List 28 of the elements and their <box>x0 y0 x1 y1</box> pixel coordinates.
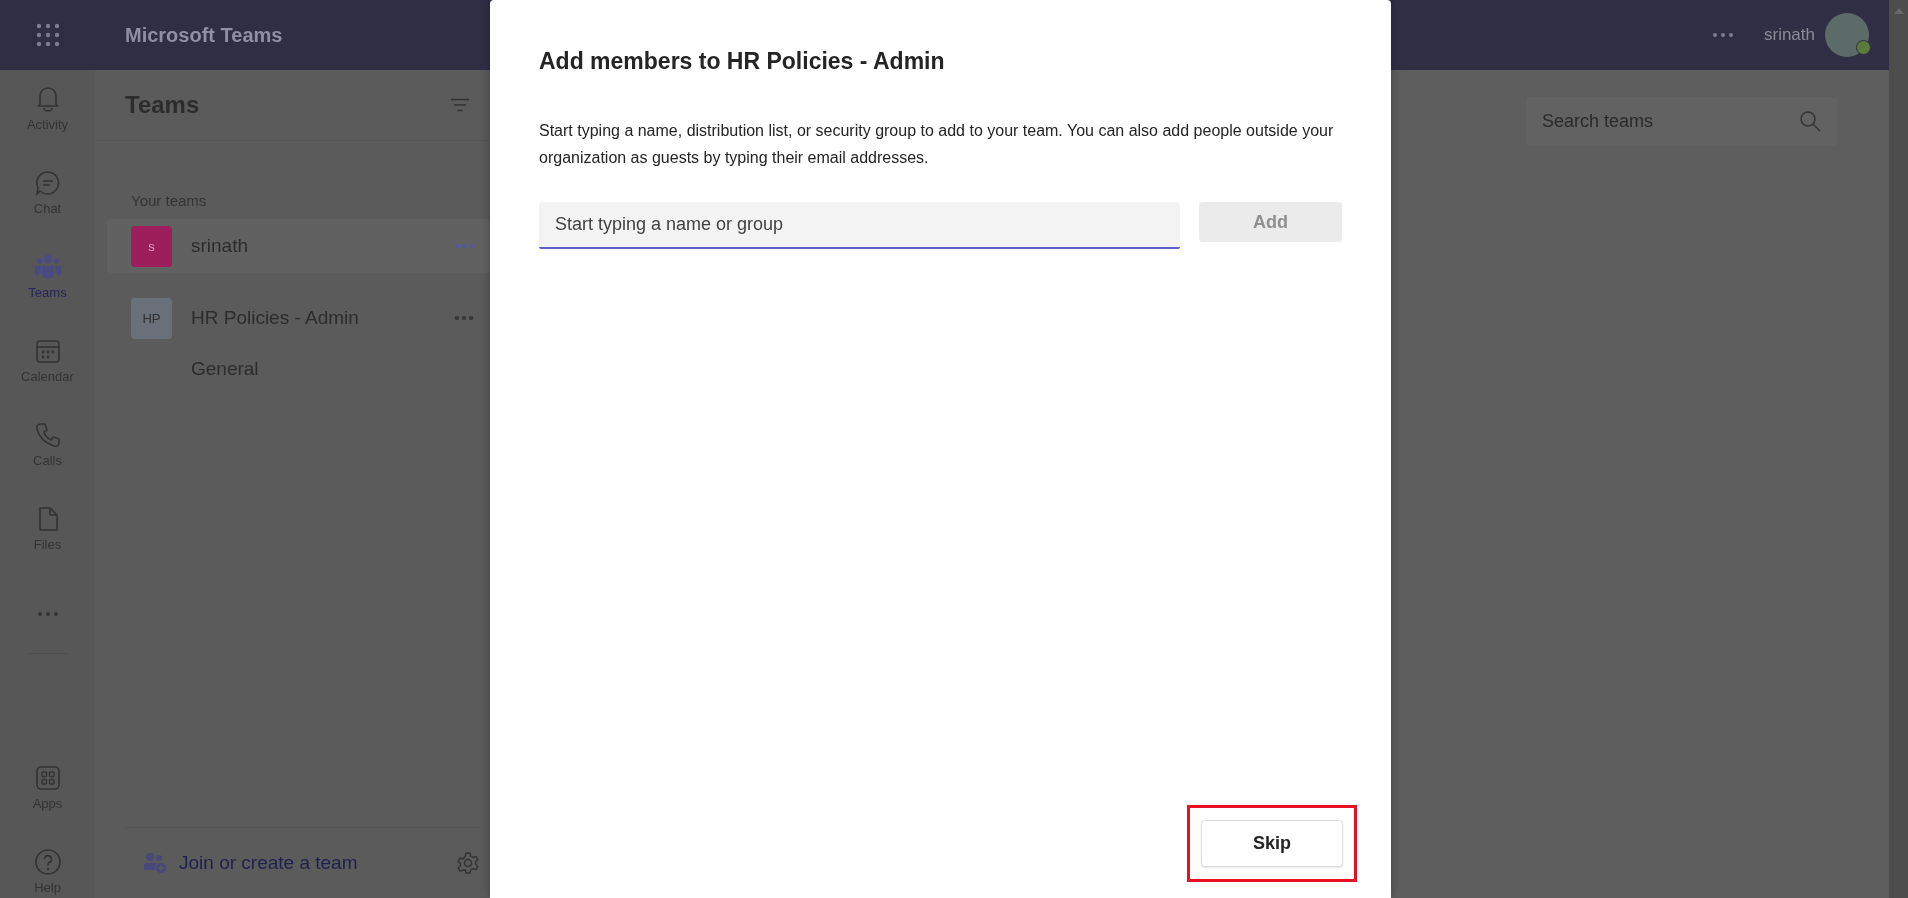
chat-bubble-icon <box>33 169 62 197</box>
status-available-icon <box>1856 40 1871 55</box>
phone-icon <box>33 421 62 449</box>
settings-icon[interactable] <box>456 851 480 875</box>
team-avatar: HP <box>131 297 172 339</box>
more-apps-icon[interactable] <box>36 611 59 617</box>
scroll-up-arrow-icon[interactable] <box>1893 8 1904 14</box>
search-icon[interactable] <box>1799 110 1821 132</box>
team-avatar: s <box>131 225 172 267</box>
scrollbar[interactable] <box>1889 0 1908 898</box>
help-icon <box>33 848 62 876</box>
dialog-description: Start typing a name, distribution list, or security group to add to your team. You can also add people outside your organization as guests by typing their email addresses. <box>539 121 1335 168</box>
app-title: Microsoft Teams <box>125 23 284 47</box>
add-people-icon <box>143 852 167 874</box>
people-group-icon <box>33 253 62 281</box>
skip-button[interactable]: Skip <box>1201 820 1343 867</box>
user-avatar[interactable] <box>1825 13 1869 57</box>
join-team-link[interactable]: Join or create a team <box>125 852 456 874</box>
more-options-icon[interactable] <box>1711 32 1734 38</box>
filter-icon[interactable] <box>450 98 470 112</box>
apps-grid-icon <box>33 764 62 792</box>
search-field[interactable]: Search teams <box>1526 97 1837 146</box>
dialog-title: Add members to HR Policies - Admin <box>539 47 946 75</box>
member-input-field[interactable]: Start typing a name or group <box>539 202 1180 249</box>
app-launcher-icon[interactable] <box>35 23 60 47</box>
more-options-icon[interactable] <box>454 315 474 321</box>
user-name: srinath <box>1763 25 1815 45</box>
calendar-icon <box>33 337 62 365</box>
